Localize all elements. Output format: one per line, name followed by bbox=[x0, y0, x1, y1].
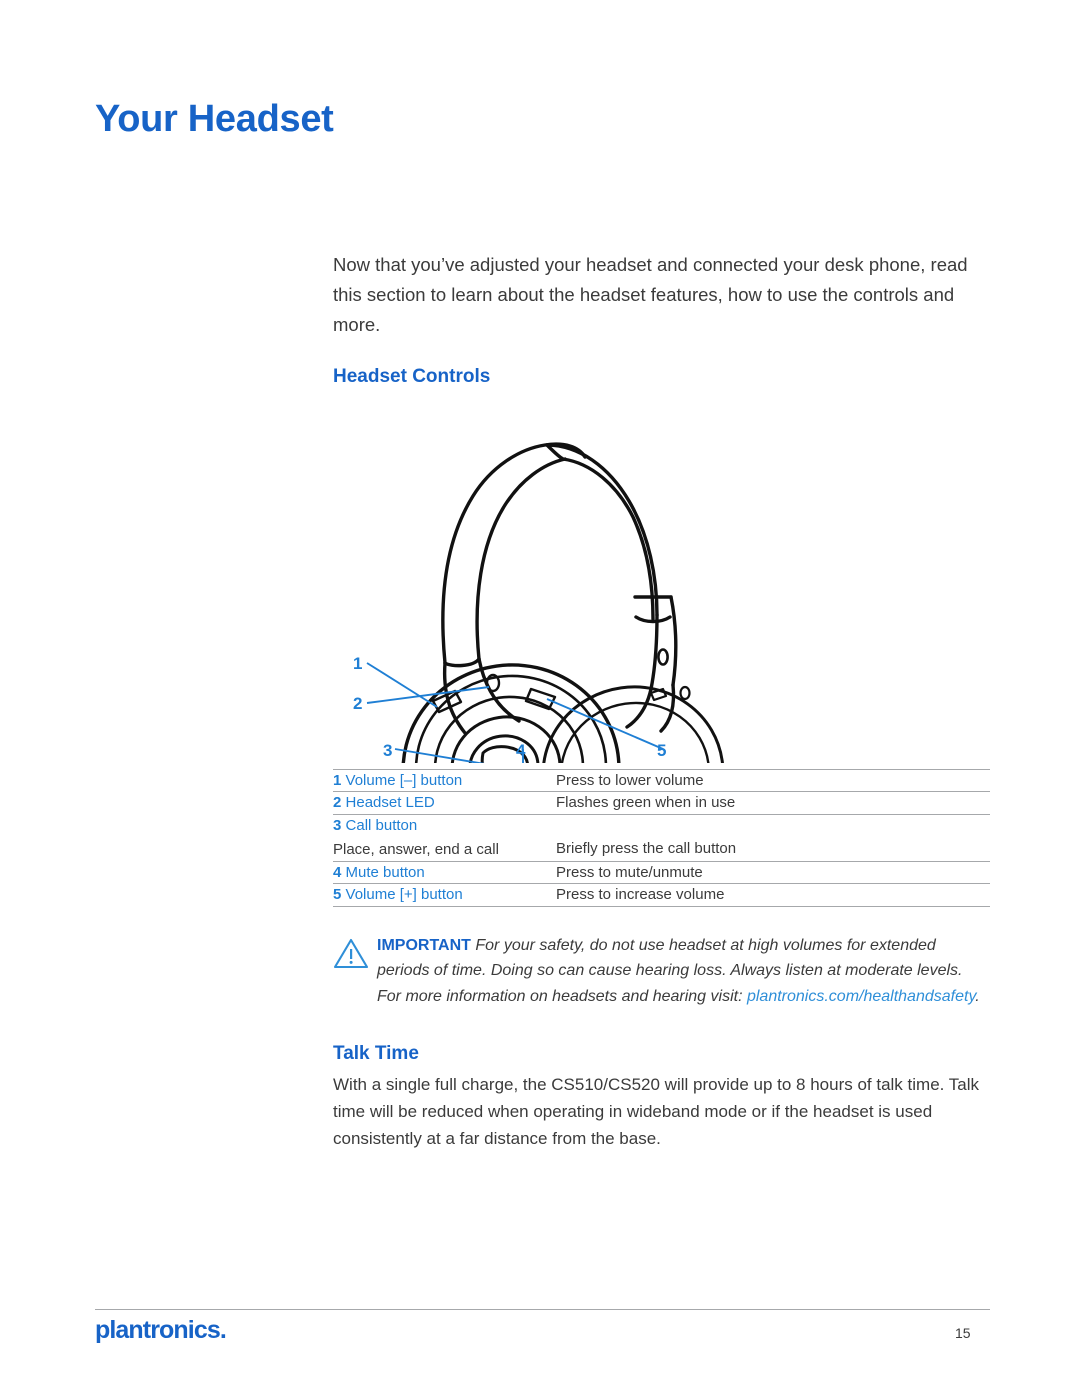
control-name: Mute button bbox=[345, 863, 425, 881]
important-note: IMPORTANT For your safety, do not use he… bbox=[333, 933, 990, 1009]
plantronics-logo: plantronics. bbox=[95, 1316, 227, 1344]
control-number: 2 bbox=[333, 794, 342, 812]
control-label: 1 Volume [–] button bbox=[333, 770, 556, 792]
control-number: 1 bbox=[333, 771, 342, 789]
table-cell-control: 2 Headset LED bbox=[333, 792, 556, 815]
section-heading-headset-controls: Headset Controls bbox=[333, 365, 491, 387]
control-name: Headset LED bbox=[345, 794, 435, 812]
section-heading-talk-time: Talk Time bbox=[333, 1043, 419, 1064]
table-cell-description: Flashes green when in use bbox=[556, 792, 990, 815]
control-label: 4 Mute button bbox=[333, 862, 556, 884]
page-number: 15 bbox=[955, 1325, 971, 1341]
callout-number-1: 1 bbox=[353, 654, 362, 673]
control-description: Flashes green when in use bbox=[556, 794, 736, 812]
headset-illustration: 1 2 3 4 5 bbox=[333, 401, 990, 763]
table-cell-description: Press to increase volume bbox=[556, 884, 990, 907]
callout-number-4: 4 bbox=[516, 741, 526, 760]
control-sublabel: Place, answer, end a call bbox=[333, 840, 499, 858]
table-row: 4 Mute button Press to mute/unmute bbox=[333, 861, 990, 884]
control-number: 4 bbox=[333, 863, 342, 881]
table-rule-right bbox=[556, 906, 990, 908]
control-number: 3 bbox=[333, 817, 342, 835]
table-cell-control: 1 Volume [–] button bbox=[333, 769, 556, 792]
callout-number-3: 3 bbox=[383, 741, 392, 760]
page-content: Now that you’ve adjusted your headset an… bbox=[333, 250, 990, 1153]
control-number: 5 bbox=[333, 886, 342, 904]
table-cell-control: 3 Call button Place, answer, end a call bbox=[333, 815, 556, 862]
control-label: 5 Volume [+] button bbox=[333, 884, 556, 906]
important-keyword: IMPORTANT bbox=[377, 937, 471, 955]
warning-triangle-icon bbox=[333, 933, 377, 974]
callout-number-5: 5 bbox=[657, 741, 666, 760]
control-name: Call button bbox=[345, 817, 418, 835]
headset-diagram-svg: 1 2 3 4 5 bbox=[353, 442, 725, 763]
table-cell-description: Press to mute/unmute bbox=[556, 861, 990, 884]
important-body-after: . bbox=[975, 987, 980, 1005]
table-cell-description: Briefly press the call button bbox=[556, 815, 990, 862]
table-bottom-rule bbox=[333, 906, 990, 908]
table-cell-description: Press to lower volume bbox=[556, 769, 990, 792]
page-title: Your Headset bbox=[95, 98, 334, 141]
document-page: Your Headset Now that you’ve adjusted yo… bbox=[0, 0, 1080, 1397]
table-cell-control: 4 Mute button bbox=[333, 861, 556, 884]
control-name: Volume [+] button bbox=[345, 886, 463, 904]
control-name: Volume [–] button bbox=[345, 771, 463, 789]
control-label: 3 Call button bbox=[333, 815, 556, 837]
important-note-text: IMPORTANT For your safety, do not use he… bbox=[377, 933, 990, 1009]
control-description: Press to lower volume bbox=[556, 771, 704, 789]
control-description: Press to mute/unmute bbox=[556, 863, 703, 881]
table-cell-control: 5 Volume [+] button bbox=[333, 884, 556, 907]
footer-divider bbox=[95, 1309, 990, 1311]
control-description: Press to increase volume bbox=[556, 886, 725, 904]
table-row: 5 Volume [+] button Press to increase vo… bbox=[333, 883, 990, 907]
table-row: 3 Call button Place, answer, end a call … bbox=[333, 814, 990, 862]
headset-controls-table: 1 Volume [–] button Press to lower volum… bbox=[333, 769, 990, 908]
table-row: 1 Volume [–] button Press to lower volum… bbox=[333, 769, 990, 792]
intro-paragraph: Now that you’ve adjusted your headset an… bbox=[333, 254, 968, 335]
table-row: 2 Headset LED Flashes green when in use bbox=[333, 791, 990, 815]
callout-number-2: 2 bbox=[353, 694, 362, 713]
talk-time-paragraph: With a single full charge, the CS510/CS5… bbox=[333, 1075, 980, 1149]
control-label: 2 Headset LED bbox=[333, 792, 556, 814]
table-rule-left bbox=[333, 906, 556, 908]
control-description: Briefly press the call button bbox=[556, 840, 737, 858]
healthandsafety-link[interactable]: plantronics.com/healthandsafety bbox=[747, 988, 975, 1005]
